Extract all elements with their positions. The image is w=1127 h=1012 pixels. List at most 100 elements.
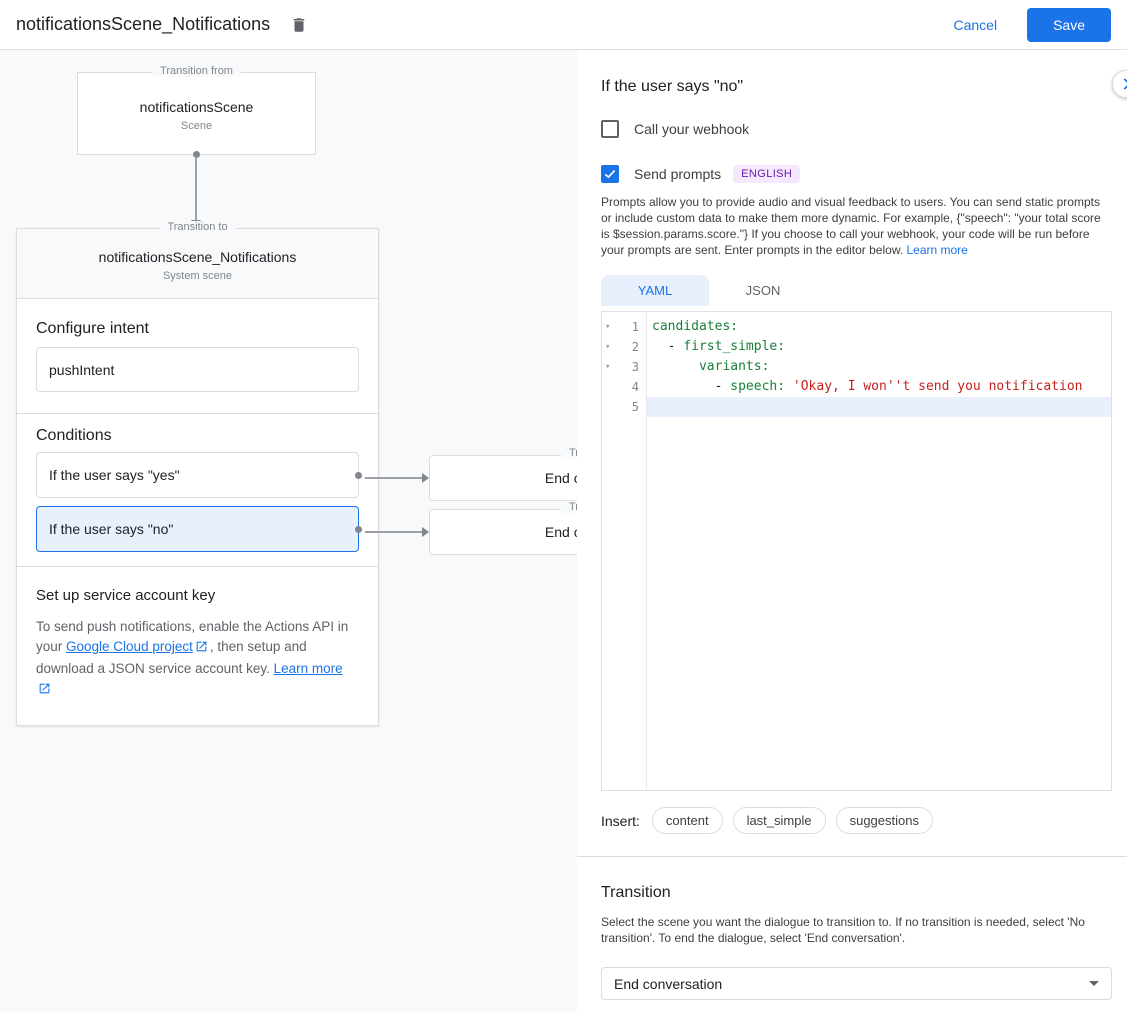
transition-heading: Transition [601,884,1112,902]
topbar: notificationsScene_Notifications Cancel … [0,0,1127,50]
code-token: first_simple: [683,339,785,354]
from-node-title: notificationsScene [78,99,315,115]
send-prompts-row: Send prompts ENGLISH [601,165,1112,183]
chevron-right-icon [1116,74,1127,94]
line-number: 1 [618,320,646,334]
editor-code[interactable]: candidates: - first_simple: variants: - … [647,312,1111,790]
service-account-section: Set up service account key To send push … [17,566,378,725]
line-number: 5 [618,400,646,414]
service-account-text: To send push notifications, enable the A… [36,617,359,701]
intent-item-pushintent[interactable]: pushIntent [36,347,359,392]
line-number: 2 [618,340,646,354]
open-in-new-icon[interactable] [38,681,51,701]
gutter-cell-5: 5 [602,397,646,417]
tab-yaml[interactable]: YAML [601,275,709,306]
condition-panel-title: If the user says "no" [601,78,1112,96]
code-token [652,359,699,374]
webhook-row: Call your webhook [601,120,1112,138]
conditions-heading: Conditions [36,427,359,445]
send-prompts-checkbox[interactable] [601,165,619,183]
send-prompts-label: Send prompts [634,166,721,182]
code-line-2[interactable]: - first_simple: [647,337,1111,357]
condition-item-no[interactable]: If the user says "no" [36,506,359,552]
condition-label: If the user says "no" [49,521,173,537]
code-token: - [652,379,730,394]
end-node-label: Transition to [561,447,577,459]
scene-card-title: notificationsScene_Notifications [17,249,378,265]
service-account-heading: Set up service account key [36,587,359,604]
line-number: 3 [618,360,646,374]
open-in-new-icon[interactable] [195,639,208,659]
call-webhook-label: Call your webhook [634,121,749,137]
conditions-section: Conditions If the user says "yes" If the… [17,413,378,566]
code-line-3[interactable]: variants: [647,357,1111,377]
gutter-cell-1: ▾1 [602,317,646,337]
end-conversation-node[interactable]: Transition to End conversation [429,455,577,501]
trash-icon [290,16,308,34]
scene-card-subtitle: System scene [17,270,378,282]
main-area: Transition from notificationsScene Scene… [0,50,1127,1012]
editor-tabs: YAML JSON [601,275,1112,306]
end-node-title: End conversation [545,524,577,540]
scene-diagram-panel: Transition from notificationsScene Scene… [0,50,577,1012]
end-node-title: End conversation [545,470,577,486]
fold-toggle-icon[interactable]: ▾ [602,342,618,352]
code-token: speech: [730,379,793,394]
code-token: - [652,339,683,354]
code-line-5[interactable] [647,397,1111,417]
editor-gutter: ▾1▾2▾345 [602,312,647,790]
configure-intent-section: Configure intent pushIntent [17,299,378,413]
from-scene-node[interactable]: Transition from notificationsScene Scene [77,72,316,155]
gutter-cell-4: 4 [602,377,646,397]
to-node-label: Transition to [159,221,235,233]
code-line-4[interactable]: - speech: 'Okay, I won''t send you notif… [647,377,1111,397]
insert-label: Insert: [601,813,640,829]
scene-card: Transition to notificationsScene_Notific… [16,228,379,726]
condition-detail-panel: If the user says "no" Call your webhook … [577,50,1127,1012]
prompts-description: Prompts allow you to provide audio and v… [601,194,1112,258]
transition-select[interactable]: End conversation [601,967,1112,1000]
section-divider [577,856,1127,857]
fold-toggle-icon[interactable]: ▾ [602,362,618,372]
gutter-cell-3: ▾3 [602,357,646,377]
insert-row: Insert: content last_simple suggestions [601,807,1112,834]
scene-card-header: Transition to notificationsScene_Notific… [17,229,378,299]
condition-label: If the user says "yes" [49,467,180,483]
delete-scene-button[interactable] [288,14,310,36]
end-conversation-node[interactable]: Transition to End conversation [429,509,577,555]
dropdown-caret-icon [1089,981,1099,986]
arrowhead-right-icon [422,473,429,483]
code-token: 'Okay, I won''t send you notification [793,379,1083,394]
code-token: candidates: [652,319,738,334]
gutter-cell-2: ▾2 [602,337,646,357]
connector-dot [355,526,362,533]
connector-line [195,156,197,220]
configure-intent-heading: Configure intent [36,320,359,338]
tab-json[interactable]: JSON [709,275,817,306]
save-button[interactable]: Save [1027,8,1111,42]
collapse-panel-button[interactable] [1112,70,1127,98]
fold-toggle-icon[interactable]: ▾ [602,322,618,332]
call-webhook-checkbox[interactable] [601,120,619,138]
transition-description: Select the scene you want the dialogue t… [601,914,1112,946]
transition-selected-value: End conversation [614,976,722,992]
connector-dot [355,472,362,479]
line-number: 4 [618,380,646,394]
cancel-button[interactable]: Cancel [937,9,1013,41]
from-node-label: Transition from [152,65,241,77]
google-cloud-project-link[interactable]: Google Cloud project [66,639,193,654]
insert-chips: content last_simple suggestions [652,807,943,834]
connector-line [365,531,422,533]
insert-chip-content[interactable]: content [652,807,723,834]
condition-item-yes[interactable]: If the user says "yes" [36,452,359,498]
insert-chip-suggestions[interactable]: suggestions [836,807,933,834]
connector-line [365,477,422,479]
from-node-subtitle: Scene [78,120,315,132]
prompts-learn-more-link[interactable]: Learn more [906,243,967,257]
learn-more-link[interactable]: Learn more [274,661,343,676]
code-line-1[interactable]: candidates: [647,317,1111,337]
end-node-label: Transition to [561,501,577,513]
insert-chip-last_simple[interactable]: last_simple [733,807,826,834]
arrowhead-right-icon [422,527,429,537]
prompt-code-editor[interactable]: ▾1▾2▾345 candidates: - first_simple: var… [601,311,1112,791]
